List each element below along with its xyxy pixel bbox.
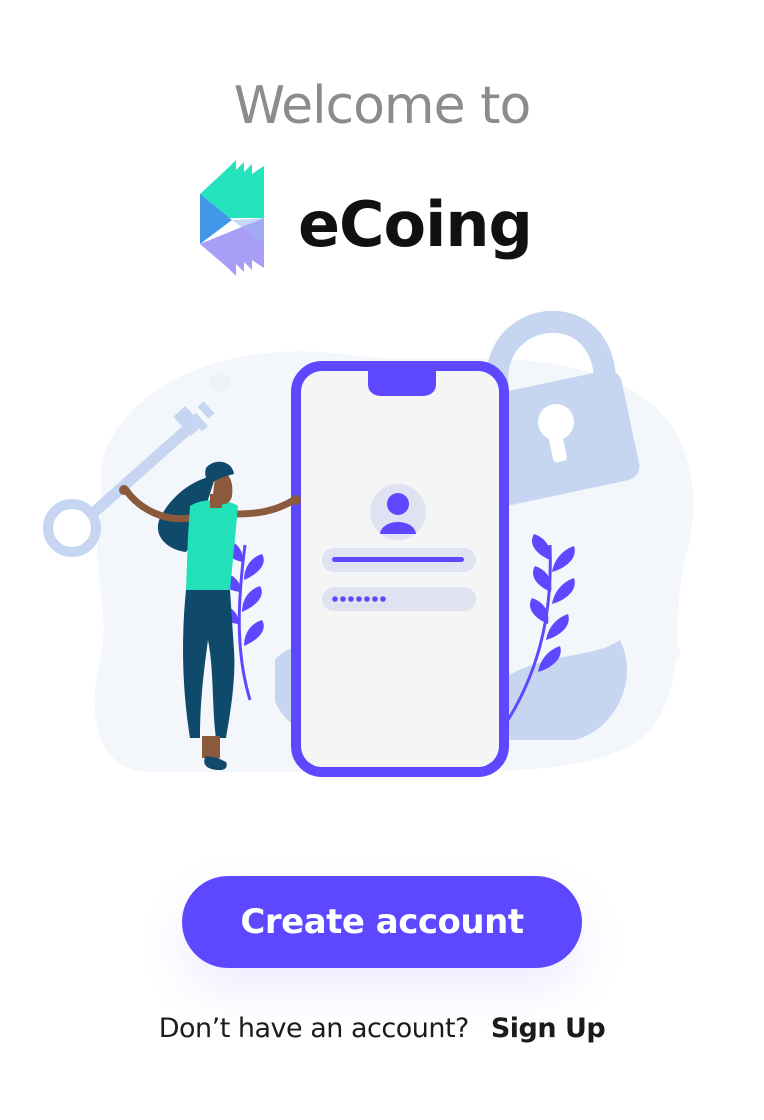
- welcome-heading: Welcome to: [233, 76, 532, 136]
- ecoing-logo-icon: [200, 160, 264, 276]
- create-account-button[interactable]: Create account: [182, 876, 582, 968]
- login-illustration-icon: [43, 310, 694, 777]
- signup-prompt: Don’t have an account?: [158, 1012, 470, 1044]
- signup-row: Don’t have an account? Sign Up: [0, 1006, 764, 1050]
- brand-lockup: eCoing: [196, 156, 576, 292]
- sign-up-link[interactable]: Sign Up: [491, 1013, 606, 1044]
- brand-name: eCoing: [298, 188, 533, 261]
- phone-illustration: [291, 361, 509, 777]
